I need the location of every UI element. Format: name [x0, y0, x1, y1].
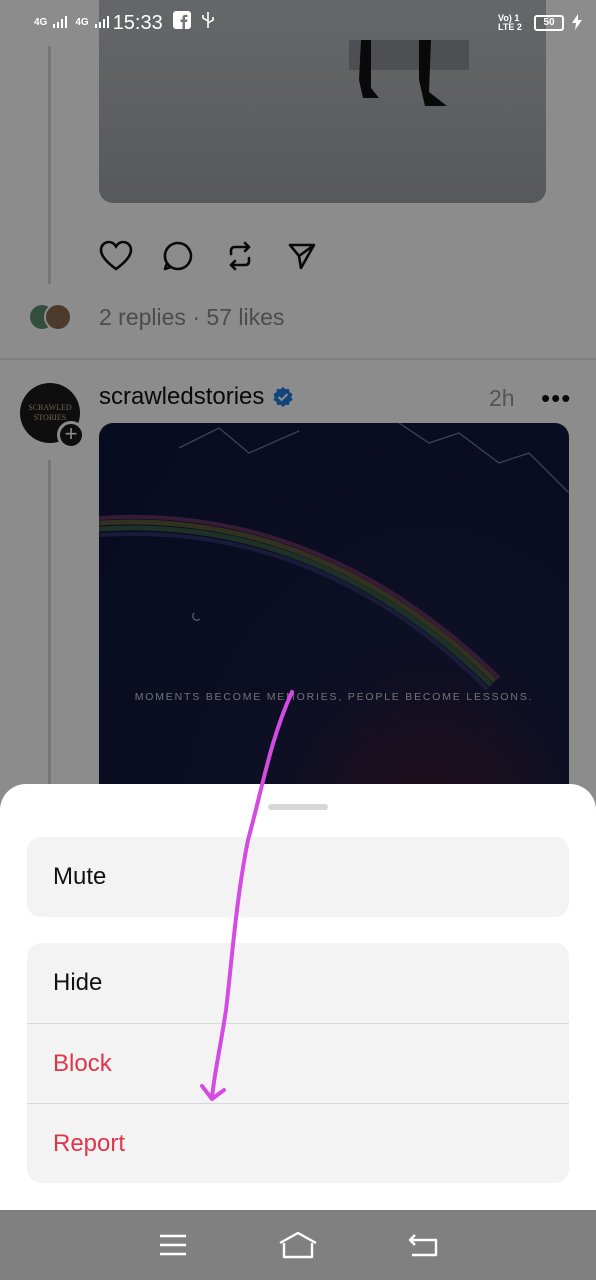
- signal-2: 4G: [75, 17, 89, 28]
- options-sheet: Mute Hide Block Report: [0, 784, 596, 1210]
- signal-bars-icon: [94, 12, 109, 34]
- status-bar: 4G 4G 15:33 Vo) 1 LTE 2 50: [0, 0, 596, 46]
- back-icon[interactable]: [403, 1225, 443, 1265]
- usb-icon: [201, 11, 215, 35]
- signal-bars-icon: [53, 12, 68, 34]
- status-right: Vo) 1 LTE 2 50: [498, 14, 582, 32]
- mute-option[interactable]: Mute: [27, 837, 569, 917]
- options-group-2: Hide Block Report: [27, 943, 569, 1183]
- sheet-grabber[interactable]: [268, 804, 328, 810]
- report-option[interactable]: Report: [27, 1103, 569, 1183]
- home-icon[interactable]: [278, 1225, 318, 1265]
- clock: 15:33: [112, 11, 163, 34]
- system-nav-bar: [0, 1210, 596, 1280]
- facebook-icon: [172, 11, 191, 35]
- charging-icon: [572, 14, 582, 32]
- battery-icon: 50: [534, 15, 564, 31]
- volte-label: Vo) 1 LTE 2: [498, 13, 522, 32]
- hide-option[interactable]: Hide: [27, 943, 569, 1023]
- block-option[interactable]: Block: [27, 1023, 569, 1103]
- menu-icon[interactable]: [153, 1225, 193, 1265]
- options-group-1: Mute: [27, 837, 569, 917]
- signal-1: 4G: [34, 17, 48, 28]
